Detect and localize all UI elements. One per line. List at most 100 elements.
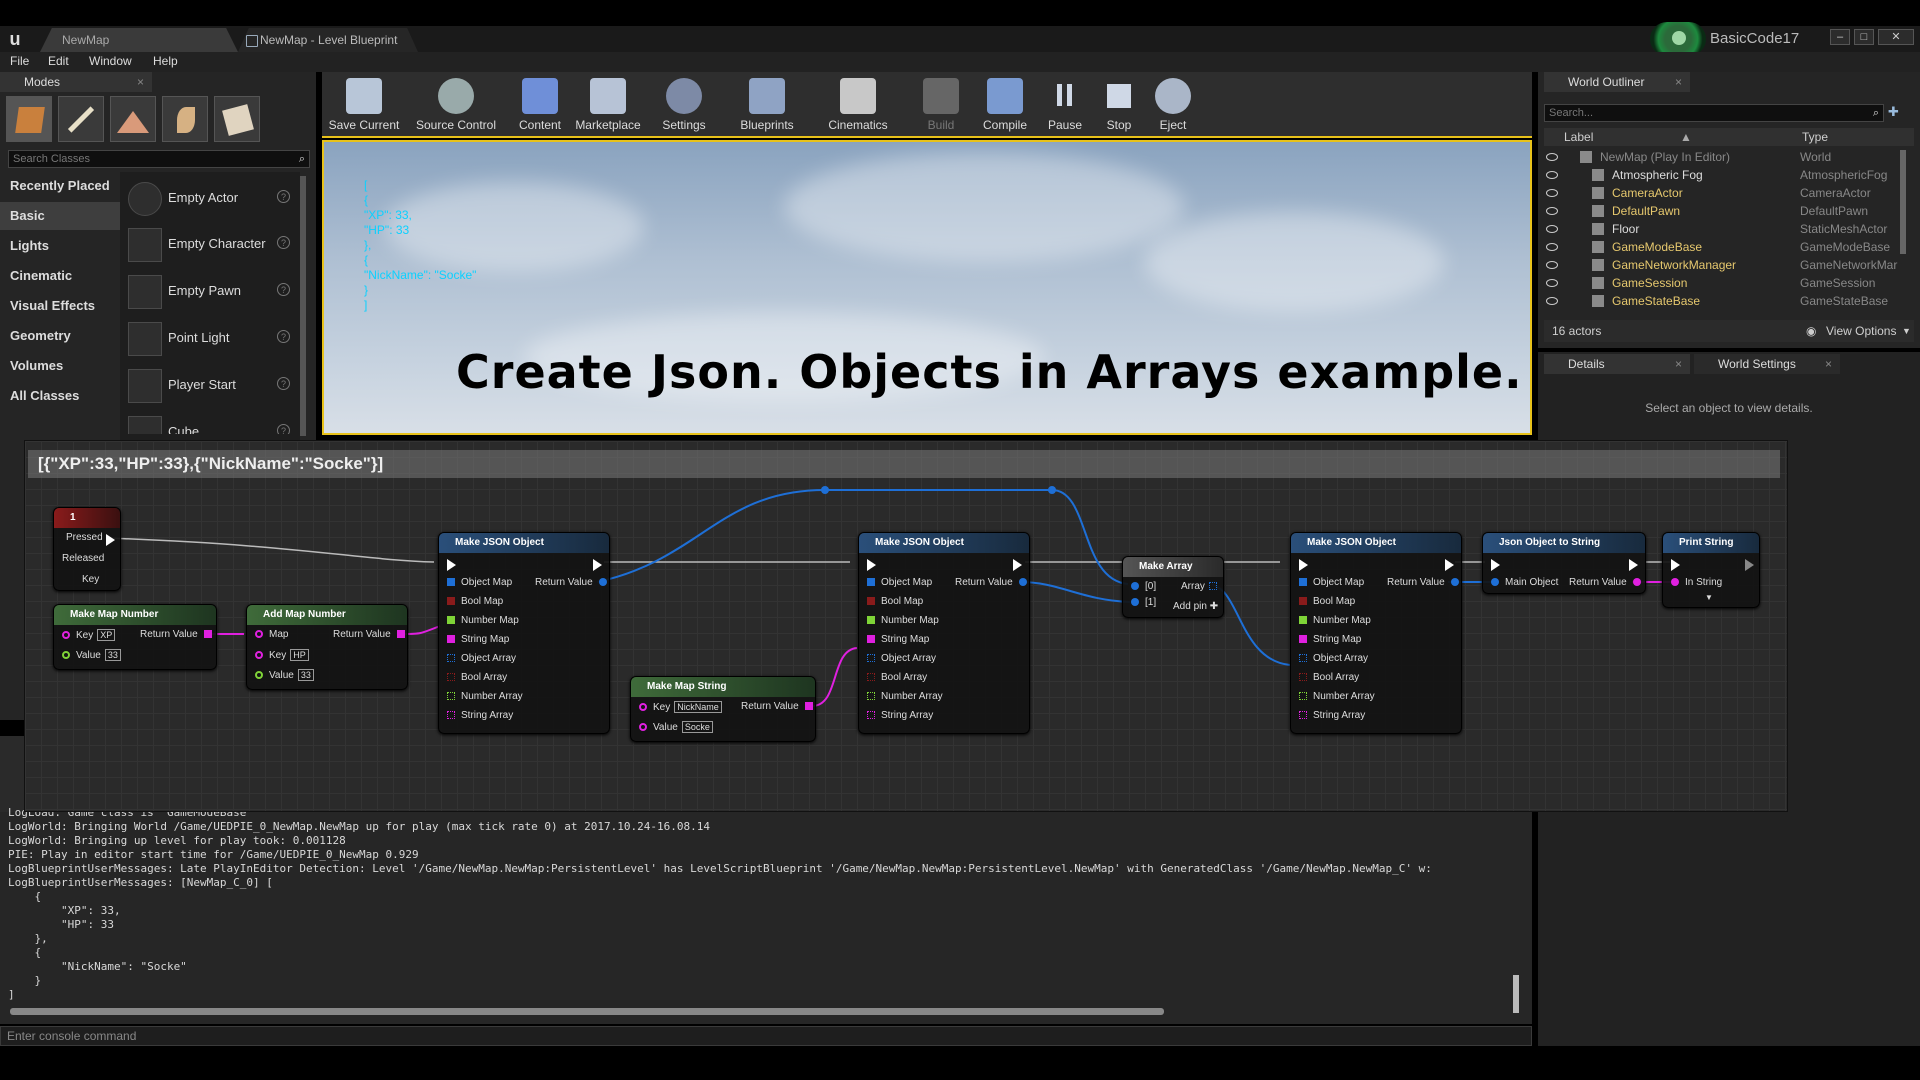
table-row[interactable]: GameSession GameSession	[1544, 274, 1914, 292]
modes-tab[interactable]: Modes ×	[0, 72, 152, 92]
marketplace-button[interactable]: Marketplace	[570, 72, 646, 136]
category-recently-placed[interactable]: Recently Placed	[0, 172, 120, 200]
build-button[interactable]: Build	[906, 72, 976, 136]
category-all-classes[interactable]: All Classes	[0, 382, 120, 410]
make-map-number-node[interactable]: Make Map Number Key XP Value 33 Return Val…	[53, 604, 217, 670]
tab-level-blueprint[interactable]: NewMap - Level Blueprint	[238, 28, 418, 52]
category-lights[interactable]: Lights	[0, 232, 120, 260]
key-value-field[interactable]: XP	[97, 629, 116, 641]
value-field[interactable]: Socke	[681, 721, 713, 733]
help-icon[interactable]: ?	[277, 236, 290, 249]
exec-pin-icon[interactable]	[447, 559, 456, 571]
add-filter-icon[interactable]: ✚	[1888, 104, 1908, 122]
visibility-eye-icon[interactable]	[1546, 225, 1558, 233]
console-command-input[interactable]: Enter console command	[0, 1026, 1532, 1046]
exec-pin-icon[interactable]	[106, 534, 115, 546]
list-item[interactable]: Empty Character?	[126, 222, 294, 266]
exec-pin-icon[interactable]	[1491, 559, 1500, 571]
exec-pin-icon[interactable]	[1299, 559, 1308, 571]
tab-newmap[interactable]: NewMap	[40, 28, 238, 52]
value-field[interactable]: 33	[104, 649, 121, 661]
menu-help[interactable]: Help	[153, 54, 178, 68]
stop-button[interactable]: Stop	[1092, 72, 1146, 136]
exec-pin-icon[interactable]	[1013, 559, 1022, 571]
close-icon[interactable]: ×	[137, 72, 144, 92]
close-icon[interactable]: ×	[1675, 72, 1682, 92]
exec-pin-icon[interactable]	[1671, 559, 1680, 571]
blueprints-button[interactable]: Blueprints	[722, 72, 812, 136]
make-json-object-node[interactable]: Make JSON Object Object Map Bool Map Number…	[858, 532, 1030, 734]
table-row[interactable]: Floor StaticMeshActor	[1544, 220, 1914, 238]
save-current-button[interactable]: Save Current	[322, 72, 406, 136]
help-icon[interactable]: ?	[277, 377, 290, 390]
print-string-node[interactable]: Print String In String ▼	[1662, 532, 1760, 608]
minimize-icon[interactable]: –	[1830, 29, 1850, 45]
category-volumes[interactable]: Volumes	[0, 352, 120, 380]
geometry-mode-icon[interactable]	[214, 96, 260, 142]
source-control-button[interactable]: Source Control	[406, 72, 506, 136]
exec-pin-icon[interactable]	[1629, 559, 1638, 571]
outliner-search-input[interactable]: Search... ⌕	[1544, 104, 1884, 122]
visibility-eye-icon[interactable]	[1546, 153, 1558, 161]
class-list-scrollbar[interactable]	[300, 176, 306, 436]
exec-pin-icon[interactable]	[1745, 559, 1754, 571]
log-vertical-scrollbar[interactable]	[1513, 975, 1519, 1013]
table-row[interactable]: GameNetworkManager GameNetworkMar	[1544, 256, 1914, 274]
make-array-node[interactable]: Make Array [0] [1] Array Add pin ✚	[1122, 556, 1224, 618]
visibility-eye-icon[interactable]	[1546, 171, 1558, 179]
help-icon[interactable]: ?	[277, 283, 290, 296]
visibility-eye-icon[interactable]	[1546, 261, 1558, 269]
table-row[interactable]: GameModeBase GameModeBase	[1544, 238, 1914, 256]
make-json-object-node[interactable]: Make JSON Object Object Map Bool Map Number…	[1290, 532, 1462, 734]
make-map-string-node[interactable]: Make Map String Key NickName Value Socke R…	[630, 676, 816, 742]
world-settings-tab[interactable]: World Settings ×	[1694, 354, 1840, 374]
key-value-field[interactable]: HP	[290, 649, 309, 661]
exec-pin-icon[interactable]	[1445, 559, 1454, 571]
paint-mode-icon[interactable]	[58, 96, 104, 142]
table-row[interactable]: DefaultPawn DefaultPawn	[1544, 202, 1914, 220]
maximize-icon[interactable]: □	[1854, 29, 1874, 45]
table-row[interactable]: CameraActor CameraActor	[1544, 184, 1914, 202]
outliner-scrollbar[interactable]	[1900, 150, 1906, 254]
value-field[interactable]: 33	[297, 669, 314, 681]
close-icon[interactable]: ×	[1825, 354, 1832, 374]
menu-window[interactable]: Window	[89, 54, 132, 68]
table-row[interactable]: GameStateBase GameStateBase	[1544, 292, 1914, 310]
category-visual-effects[interactable]: Visual Effects	[0, 292, 120, 320]
list-item[interactable]: Player Start?	[126, 363, 294, 407]
cinematics-button[interactable]: Cinematics	[812, 72, 904, 136]
help-icon[interactable]: ?	[277, 190, 290, 203]
visibility-eye-icon[interactable]	[1546, 243, 1558, 251]
help-icon[interactable]: ?	[277, 330, 290, 343]
expand-chevron-down-icon[interactable]: ▼	[1705, 593, 1713, 602]
compile-button[interactable]: Compile	[972, 72, 1038, 136]
json-object-to-string-node[interactable]: Json Object to String Main Object Return…	[1482, 532, 1646, 594]
pause-button[interactable]: Pause	[1038, 72, 1092, 136]
visibility-eye-icon[interactable]	[1546, 279, 1558, 287]
visibility-eye-icon[interactable]	[1546, 207, 1558, 215]
content-button[interactable]: Content	[512, 72, 568, 136]
help-icon[interactable]: ?	[277, 424, 290, 434]
details-tab[interactable]: Details ×	[1544, 354, 1690, 374]
list-item[interactable]: Empty Pawn?	[126, 269, 294, 313]
list-item[interactable]: Empty Actor?	[126, 176, 294, 220]
make-json-object-node[interactable]: Make JSON Object Object Map Bool Map Number…	[438, 532, 610, 734]
landscape-mode-icon[interactable]	[110, 96, 156, 142]
view-options-button[interactable]: View Options	[1826, 320, 1896, 342]
add-pin-button[interactable]: Add pin ✚	[1173, 601, 1218, 612]
list-item[interactable]: Cube?	[126, 410, 294, 434]
exec-pin-icon[interactable]	[867, 559, 876, 571]
table-row[interactable]: Atmospheric Fog AtmosphericFog	[1544, 166, 1914, 184]
menu-edit[interactable]: Edit	[48, 54, 69, 68]
foliage-mode-icon[interactable]	[162, 96, 208, 142]
close-icon[interactable]: ✕	[1878, 29, 1914, 45]
label-column-header[interactable]: Label	[1564, 128, 1593, 146]
visibility-eye-icon[interactable]	[1546, 189, 1558, 197]
settings-button[interactable]: Settings	[648, 72, 720, 136]
world-outliner-tab[interactable]: World Outliner ×	[1544, 72, 1690, 92]
eject-button[interactable]: Eject	[1146, 72, 1200, 136]
table-row[interactable]: NewMap (Play In Editor) World	[1544, 148, 1914, 166]
key-event-node[interactable]: 1 Pressed Released Key	[53, 507, 121, 591]
exec-pin-icon[interactable]	[593, 559, 602, 571]
log-horizontal-scrollbar[interactable]	[10, 1008, 1164, 1015]
